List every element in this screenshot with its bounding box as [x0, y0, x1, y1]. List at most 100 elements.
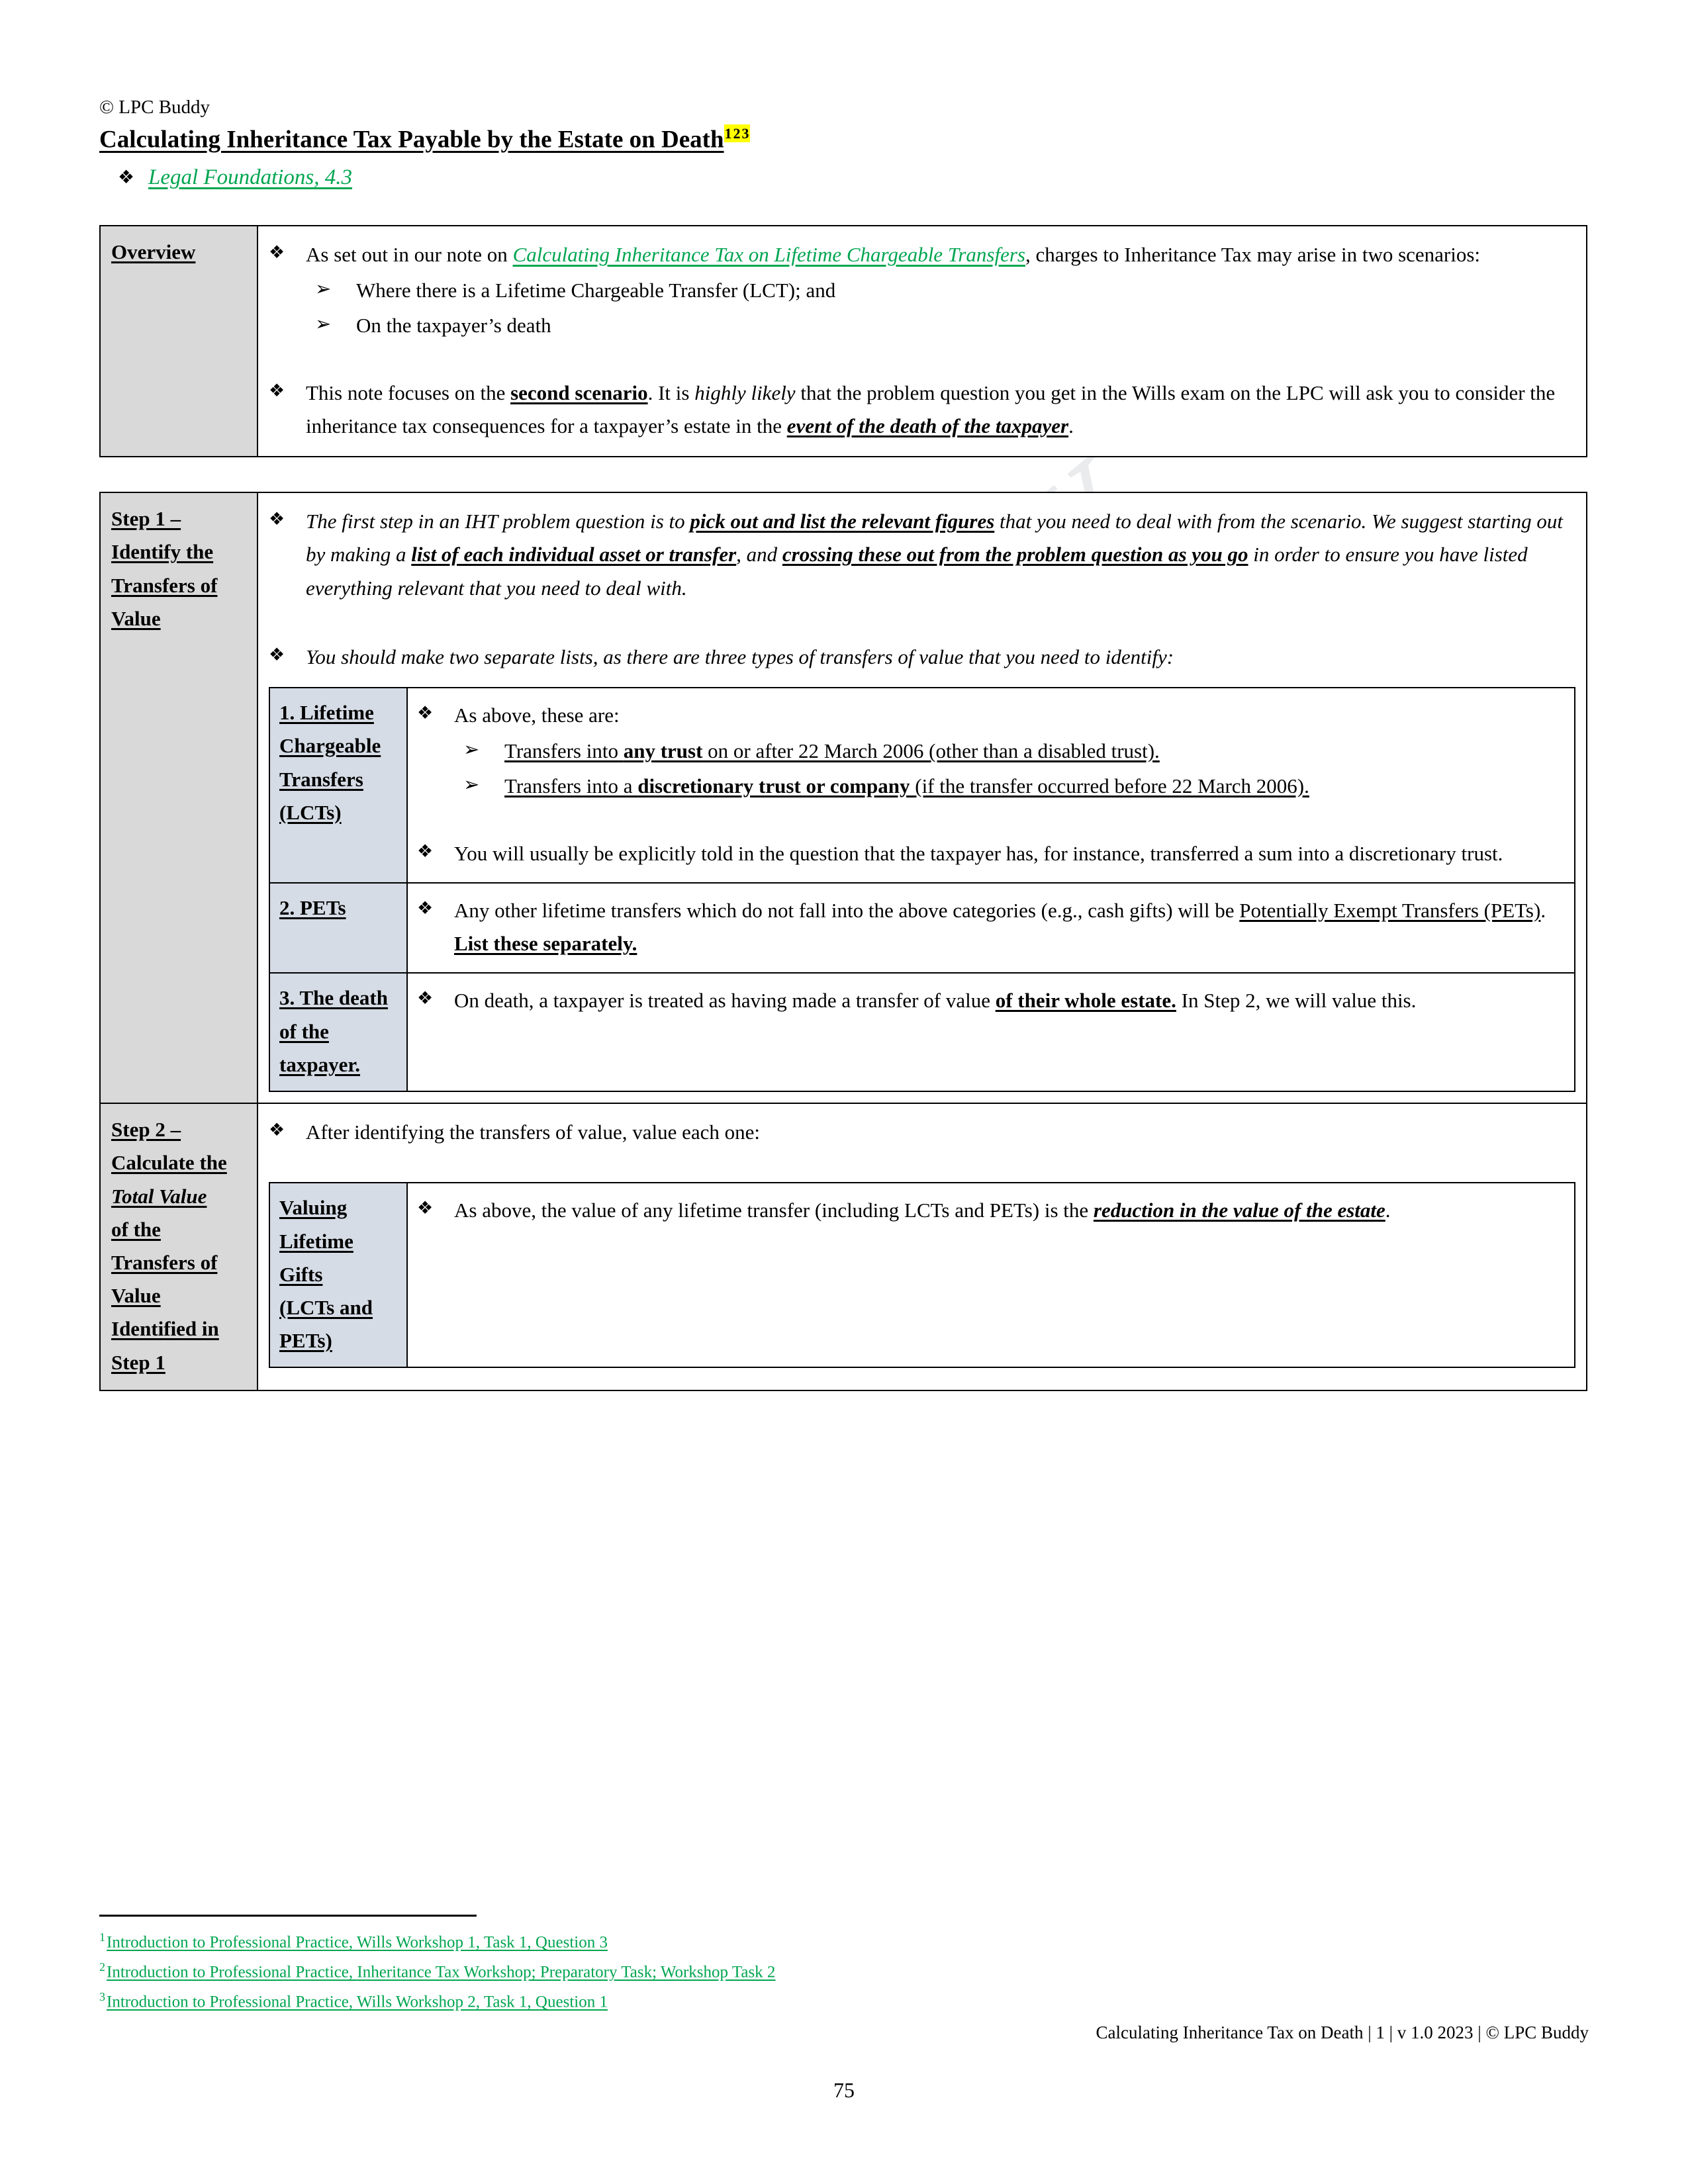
- death-p2: In Step 2, we will value this.: [1176, 989, 1417, 1013]
- pets-u1: Potentially Exempt Transfers (PETs): [1239, 899, 1541, 923]
- valuing-line-3: (LCTs and: [279, 1295, 373, 1319]
- valuing-line-1: Lifetime: [279, 1229, 353, 1253]
- lct-sub-bullet-2-text: Transfers into a discretionary trust or …: [504, 770, 1565, 803]
- death-text: On death, a taxpayer is treated as havin…: [454, 984, 1565, 1017]
- step1-bullet-1: ❖ The first step in an IHT problem quest…: [269, 505, 1575, 605]
- diamond-bullet-icon: ❖: [269, 509, 285, 529]
- diamond-bullet-icon: ❖: [269, 242, 285, 263]
- overview-sub-bullet-1: ➢ Where there is a Lifetime Chargeable T…: [315, 274, 1575, 307]
- overview-bullet-1: ❖ As set out in our note on Calculating …: [269, 238, 1575, 271]
- diamond-bullet-icon: ❖: [118, 167, 135, 189]
- footnote-1-number: 1: [99, 1931, 105, 1944]
- step2-label-line-6: Identified in: [111, 1317, 219, 1341]
- overview-body-cell: ❖ As set out in our note on Calculating …: [257, 225, 1587, 458]
- step2-label-cell: Step 2 – Calculate the Total Value of th…: [99, 1103, 258, 1391]
- ov-b2-second-scenario: second scenario: [510, 381, 648, 404]
- table-row: 3. The death of the taxpayer. ❖ On death…: [269, 972, 1575, 1093]
- pets-p2: .: [1540, 899, 1546, 923]
- death-line-2: taxpayer.: [279, 1052, 360, 1076]
- lct-body-cell: ❖ As above, these are: ➢ Transfers into …: [406, 687, 1575, 884]
- lct-trailing-text: You will usually be explicitly told in t…: [454, 841, 1503, 865]
- lct-lead-bullet: ❖ As above, these are:: [417, 699, 1565, 732]
- overview-bullet-1-text: As set out in our note on Calculating In…: [306, 238, 1575, 271]
- diamond-bullet-icon: ❖: [417, 703, 434, 723]
- valuing-gifts-body-cell: ❖ As above, the value of any lifetime tr…: [406, 1182, 1575, 1369]
- page-title-text: Calculating Inheritance Tax Payable by t…: [99, 126, 724, 154]
- diamond-bullet-icon: ❖: [269, 644, 285, 664]
- overview-sub-bullet-2: ➢ On the taxpayer’s death: [315, 309, 1575, 342]
- death-line-0: 3. The death: [279, 986, 388, 1010]
- step2-label-line-0: Step 2 –: [111, 1118, 181, 1142]
- pets-category-cell: 2. PETs: [269, 882, 408, 974]
- step1-label-cell: Step 1 – Identify the Transfers of Value: [99, 492, 258, 1105]
- footnote-1-link[interactable]: Introduction to Professional Practice, W…: [107, 1933, 608, 1951]
- step2-label-line-7: Step 1: [111, 1350, 165, 1374]
- diamond-bullet-icon: ❖: [417, 988, 434, 1009]
- pets-bullet: ❖ Any other lifetime transfers which do …: [417, 894, 1565, 960]
- lct-sb2-a: Transfers into a: [504, 774, 638, 797]
- valuing-gifts-category-cell: Valuing Lifetime Gifts (LCTs and PETs): [269, 1182, 408, 1369]
- footnote-2-link[interactable]: Introduction to Professional Practice, I…: [107, 1963, 775, 1981]
- lct-line-2: Transfers: [279, 767, 363, 791]
- step1-row: Step 1 – Identify the Transfers of Value…: [99, 492, 1587, 1105]
- lct-sb2-c: (if the transfer occurred before 22 Marc…: [910, 774, 1309, 797]
- step1-bullet-2: ❖ You should make two separate lists, as…: [269, 641, 1575, 674]
- step2-label-line-1: Calculate the: [111, 1151, 227, 1175]
- death-category-cell: 3. The death of the taxpayer.: [269, 972, 408, 1093]
- s1-b1-p3: , and: [736, 543, 782, 567]
- arrow-bullet-icon: ➢: [463, 774, 480, 796]
- step2-nested-table: Valuing Lifetime Gifts (LCTs and PETs) ❖: [269, 1182, 1575, 1369]
- footnote-ref-1[interactable]: 1: [724, 124, 733, 143]
- lct-trailing-bullet: ❖ You will usually be explicitly told in…: [417, 837, 1565, 870]
- valuing-text: As above, the value of any lifetime tran…: [454, 1194, 1565, 1227]
- step1-body-cell: ❖ The first step in an IHT problem quest…: [257, 492, 1587, 1105]
- footnote-separator: [99, 1915, 477, 1917]
- footnote-1: 1Introduction to Professional Practice, …: [99, 1929, 1589, 1955]
- ov-b2-p4: .: [1068, 414, 1074, 438]
- step1-label-line-3: Value: [111, 606, 161, 630]
- death-whole-estate: of their whole estate.: [995, 989, 1176, 1013]
- overview-label: Overview: [111, 240, 196, 264]
- overview-row: Overview ❖ As set out in our note on Cal…: [99, 225, 1587, 458]
- lct-sb1-a: Transfers into: [504, 739, 624, 763]
- overview-inline-link[interactable]: Calculating Inheritance Tax on Lifetime …: [513, 243, 1025, 266]
- arrow-bullet-icon: ➢: [315, 279, 332, 300]
- overview-table: Overview ❖ As set out in our note on Cal…: [99, 225, 1587, 458]
- step2-bullet-1-text: After identifying the transfers of value…: [306, 1120, 761, 1144]
- footnote-2-number: 2: [99, 1960, 105, 1974]
- footnote-ref-3[interactable]: 3: [741, 124, 750, 143]
- ov-b2-p2: . It is: [647, 381, 695, 404]
- footnote-3-link[interactable]: Introduction to Professional Practice, W…: [107, 1993, 608, 2011]
- step1-label-line-1: Identify the: [111, 540, 214, 564]
- s1-b1-crossing-out: crossing these out from the problem ques…: [782, 543, 1248, 567]
- footnotes-section: 1Introduction to Professional Practice, …: [99, 1915, 1589, 2017]
- valuing-line-2: Gifts: [279, 1262, 323, 1286]
- step2-bullet-1: ❖ After identifying the transfers of val…: [269, 1116, 1575, 1149]
- step2-row: Step 2 – Calculate the Total Value of th…: [99, 1103, 1587, 1391]
- lct-category-cell: 1. Lifetime Chargeable Transfers (LCTs): [269, 687, 408, 884]
- source-link[interactable]: Legal Foundations, 4.3: [148, 165, 352, 190]
- overview-label-cell: Overview: [99, 225, 258, 458]
- diamond-bullet-icon: ❖: [417, 841, 434, 861]
- pets-text: Any other lifetime transfers which do no…: [454, 894, 1565, 960]
- footnote-ref-2[interactable]: 2: [732, 124, 741, 143]
- pets-p1: Any other lifetime transfers which do no…: [454, 899, 1240, 923]
- lct-sb1-c: on or after 22 March 2006 (other than a …: [702, 739, 1160, 763]
- overview-bullet-2-text: This note focuses on the second scenario…: [306, 377, 1575, 443]
- lct-sb2-disc-trust: discretionary trust or company: [637, 774, 910, 797]
- lct-sub-bullet-2: ➢ Transfers into a discretionary trust o…: [463, 770, 1565, 803]
- lct-line-3: (LCTs): [279, 800, 342, 824]
- overview-sub-bullet-2-text: On the taxpayer’s death: [356, 313, 551, 337]
- arrow-bullet-icon: ➢: [315, 313, 332, 335]
- s1-b1-pick-out: pick out and list the relevant figures: [690, 510, 995, 533]
- valuing-p1: As above, the value of any lifetime tran…: [454, 1199, 1094, 1222]
- diamond-bullet-icon: ❖: [269, 1120, 285, 1140]
- table-row: Valuing Lifetime Gifts (LCTs and PETs) ❖: [269, 1182, 1575, 1369]
- step2-body-cell: ❖ After identifying the transfers of val…: [257, 1103, 1587, 1391]
- lct-sub-bullet-1-text: Transfers into any trust on or after 22 …: [504, 735, 1565, 768]
- source-reference-row: ❖ Legal Foundations, 4.3: [118, 165, 1589, 191]
- pets-line-0: 2. PETs: [279, 896, 346, 920]
